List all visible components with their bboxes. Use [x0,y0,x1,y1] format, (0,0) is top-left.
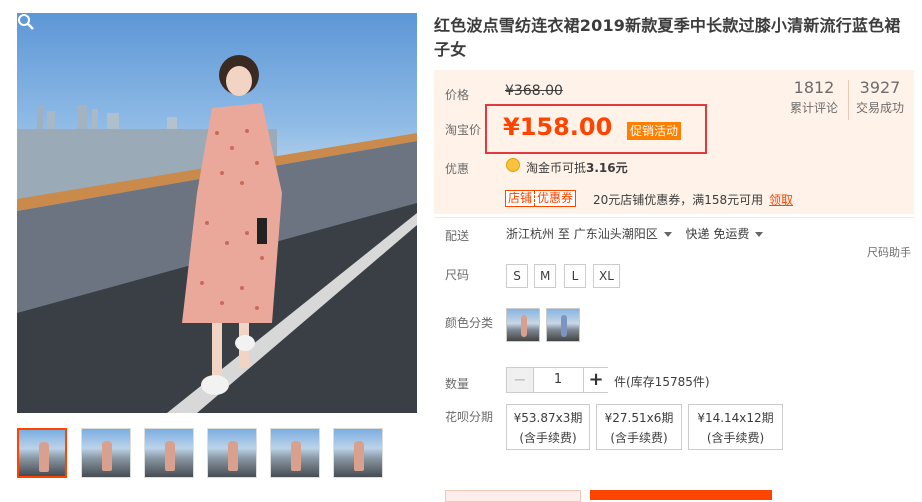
ship-to-word: 至 [557,227,570,241]
deals-count: 3927 [859,78,901,97]
installment-option-12[interactable]: ¥14.14x12期 (含手续费) [688,404,783,450]
color-option-blue[interactable] [546,308,580,342]
ship-method-select[interactable]: 快递 免运费 [686,227,774,241]
original-price: ¥368.00 [505,83,563,99]
quantity-input[interactable]: 1 [534,368,582,392]
discount-label: 优惠 [445,162,470,176]
taobao-price-label: 淘宝价 [445,123,482,137]
main-product-image[interactable] [17,13,417,413]
installment-option-6[interactable]: ¥27.51x6期 (含手续费) [596,404,682,450]
installment-amount: ¥53.87x3期 [513,411,583,425]
thumbnail-2[interactable] [81,428,131,478]
stock-info: 件(库存15785件) [614,375,710,389]
color-option-red[interactable] [506,308,540,342]
ship-method: 快递 免运费 [685,227,750,241]
size-option-m[interactable]: M [534,264,557,288]
coupon-description: 20元店铺优惠券，满158元可用 [593,193,764,207]
stats-divider [848,80,849,120]
size-option-xl[interactable]: XL [593,264,620,288]
reviews-label: 累计评论 [789,101,838,115]
reviews-count: 1812 [793,78,835,97]
shop-tag-right: 优惠券 [534,191,573,206]
thumbnail-3[interactable] [144,428,194,478]
ship-to-select[interactable]: 广东汕头潮阳区 [574,227,682,241]
size-option-s[interactable]: S [506,264,528,288]
chevron-down-icon [663,232,672,237]
current-price: ¥158.00 [503,113,613,141]
add-to-cart-button[interactable] [590,490,772,500]
coin-deduction: 淘金币可抵3.16元 [526,159,628,176]
color-label: 颜色分类 [445,316,494,330]
size-label: 尺码 [445,268,470,282]
thumbnail-5[interactable] [270,428,320,478]
thumbnail-4[interactable] [207,428,257,478]
shop-coupon-tag: 店铺 优惠券 [505,190,577,207]
shop-tag-left: 店铺 [508,191,533,205]
coin-text-prefix: 淘金币可抵 [526,161,587,175]
installment-amount: ¥27.51x6期 [604,411,674,425]
coin-amount: 3.16元 [586,161,628,175]
deals-label: 交易成功 [855,101,904,115]
chevron-down-icon [755,232,764,237]
shipping-label: 配送 [445,229,470,243]
thumbnail-6[interactable] [333,428,383,478]
product-title: 红色波点雪纺连衣裙2019新款夏季中长款过膝小清新流行蓝色裙子女 [434,16,901,59]
reviews-stat[interactable]: 1812 累计评论 [784,78,844,116]
ship-from: 浙江杭州 [506,227,555,241]
original-price-label: 价格 [445,88,470,102]
installment-fee: (含手续费) [610,431,668,445]
quantity-label: 数量 [445,377,470,391]
installment-amount: ¥14.14x12期 [697,411,774,425]
size-helper-link[interactable]: 尺码助手 [867,244,911,260]
installment-fee: (含手续费) [706,431,765,445]
installment-label: 花呗分期 [445,410,494,424]
quantity-decrease-button[interactable]: − [507,368,534,392]
product-photo [17,55,417,413]
buy-now-button[interactable] [445,490,581,502]
quantity-increase-button[interactable]: + [583,368,608,392]
claim-coupon-link[interactable]: 领取 [769,191,793,208]
thumbnail-1[interactable] [17,428,67,478]
thumbnail-strip [17,428,417,482]
quantity-stepper: − 1 + [506,367,608,393]
zoom-icon[interactable] [17,13,35,31]
installment-option-3[interactable]: ¥53.87x3期 (含手续费) [506,404,590,450]
ship-to: 广东汕头潮阳区 [573,227,658,241]
size-option-l[interactable]: L [564,264,586,288]
divider [434,217,914,218]
promo-tag[interactable]: 促销活动 [627,122,682,140]
deals-stat: 3927 交易成功 [850,78,910,116]
installment-fee: (含手续费) [519,431,577,445]
shipping-info: 浙江杭州 至 广东汕头潮阳区 快递 免运费 [506,225,773,242]
taobao-coin-icon [506,158,520,172]
